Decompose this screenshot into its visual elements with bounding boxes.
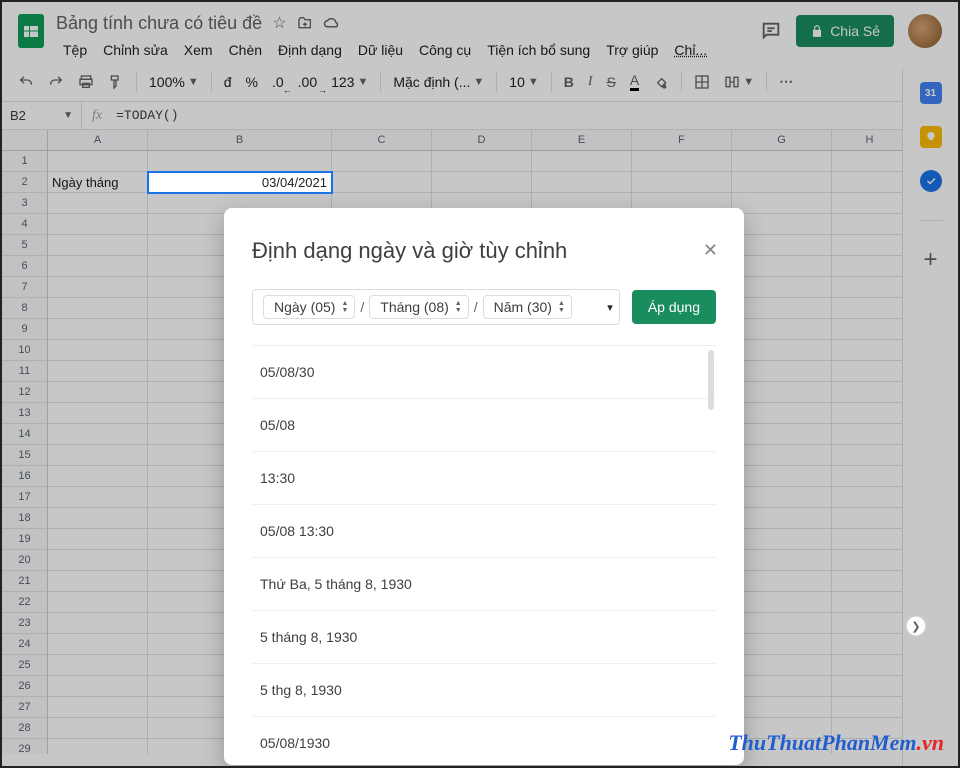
format-option[interactable]: 05/08 13:30 [252,505,716,558]
cell-B2[interactable]: 03/04/2021 [148,172,332,193]
format-option[interactable]: 05/08/1930 [252,717,716,765]
watermark: ThuThuatPhanMem.vn [728,730,944,756]
chip-day[interactable]: Ngày (05)▲▼ [263,295,355,319]
combo-dropdown-icon[interactable]: ▾ [607,301,613,314]
format-option[interactable]: 5 thg 8, 1930 [252,664,716,717]
collapse-side-panel-icon[interactable]: ❯ [906,616,926,636]
custom-datetime-modal: Định dạng ngày và giờ tùy chỉnh ✕ Ngày (… [224,208,744,765]
apply-button[interactable]: Áp dụng [632,290,716,324]
chip-month[interactable]: Tháng (08)▲▼ [369,295,468,319]
format-option[interactable]: 05/08 [252,399,716,452]
format-option[interactable]: Thứ Ba, 5 tháng 8, 1930 [252,558,716,611]
modal-title: Định dạng ngày và giờ tùy chỉnh [252,238,567,264]
format-combo-box[interactable]: Ngày (05)▲▼ / Tháng (08)▲▼ / Năm (30)▲▼ … [252,289,620,325]
close-icon[interactable]: ✕ [699,236,722,265]
format-option[interactable]: 5 tháng 8, 1930 [252,611,716,664]
format-list[interactable]: 05/08/30 05/08 13:30 05/08 13:30 Thứ Ba,… [252,345,716,765]
format-option[interactable]: 05/08/30 [252,346,716,399]
chip-year[interactable]: Năm (30)▲▼ [483,295,572,319]
format-option[interactable]: 13:30 [252,452,716,505]
scrollbar-thumb[interactable] [708,350,714,410]
